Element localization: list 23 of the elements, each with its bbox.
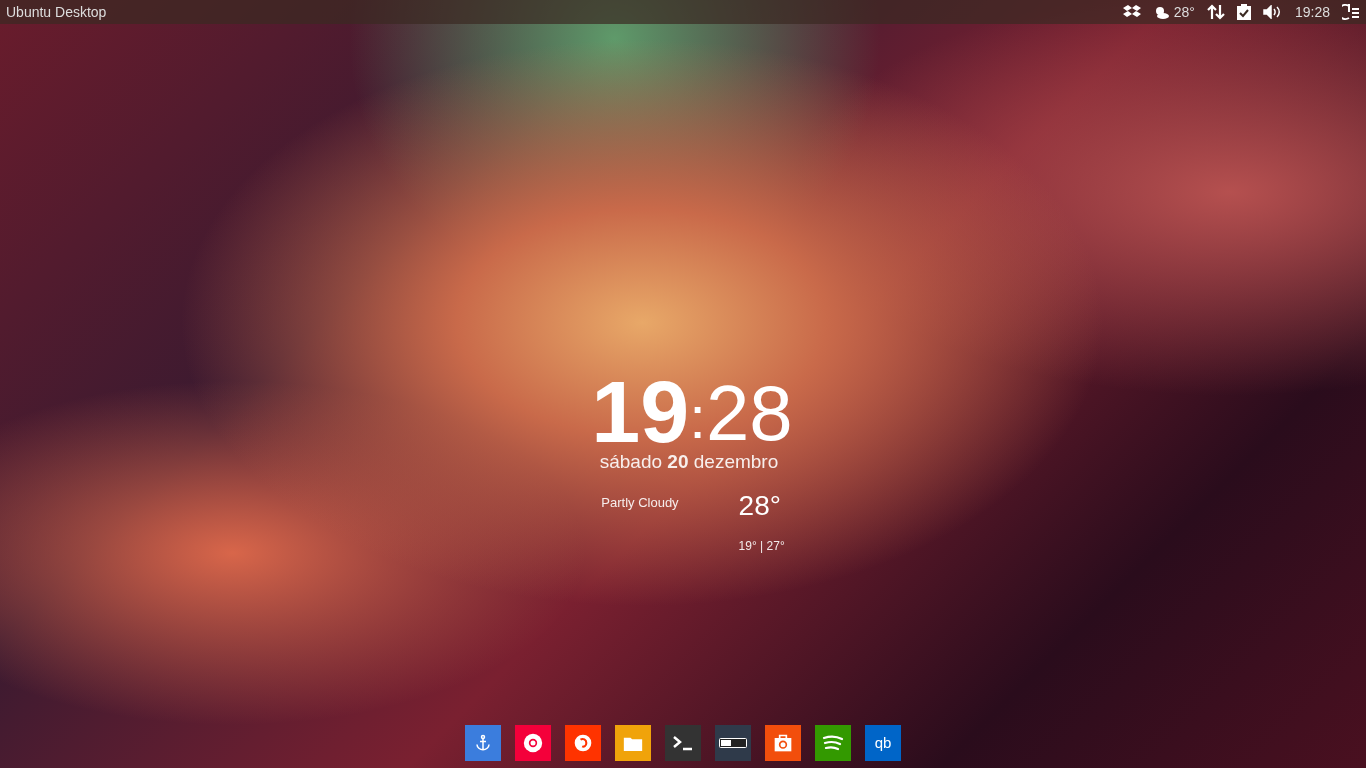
volume-icon[interactable] [1262,5,1283,19]
clock-text[interactable]: 19:28 [1294,1,1330,23]
shopping-bag-icon [773,733,793,753]
anchor-icon [474,734,492,752]
power-menu-icon[interactable] [1342,3,1360,21]
browser-icon [523,733,543,753]
clock-minutes: 28 [705,374,793,452]
dock-launcher[interactable]: qb [865,725,901,761]
terminal-icon [672,735,694,751]
window-title: Ubuntu Desktop [6,2,107,22]
clock-separator: : [689,388,706,448]
temperature-range: 19° | 27° [738,538,785,555]
clipboard-check-icon[interactable] [1236,4,1251,20]
weather-temperature: 28° [738,489,782,523]
browser-icon [573,733,593,753]
toggle-icon [719,738,747,748]
weather-condition: Partly Cloudy [601,494,679,512]
sound-waves-icon [822,735,844,751]
temperature-text: 28° [1173,2,1195,22]
box-icon[interactable] [1122,5,1141,19]
dock-launcher[interactable] [665,725,701,761]
dock-launcher[interactable] [715,725,751,761]
transfer-arrows-icon[interactable] [1206,4,1225,20]
